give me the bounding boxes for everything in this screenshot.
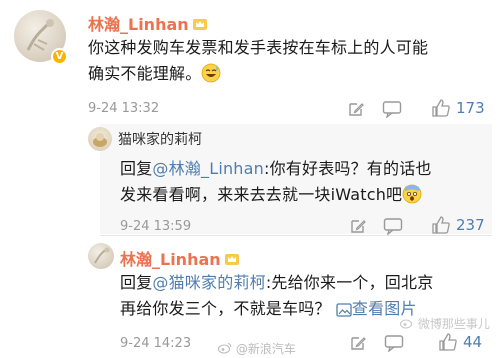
comment-text-line: 你这种发购车发票和发手表按在车标上的人可能 [88, 38, 429, 57]
reply-text-line-2: 发来看看啊，来来去去就一块iWatch吧 [120, 182, 492, 208]
edit-icon [351, 337, 366, 350]
like-count: 173 [456, 99, 485, 117]
crown-icon [224, 254, 239, 265]
reply-text: 回复@林瀚_Linhan:你有好表吗？有的话也 发来看看啊，来来去去就一块iWa… [120, 156, 492, 208]
reply-text-line-1: 回复@猫咪家的莉柯:先给你来一个，回北京 [120, 270, 492, 296]
reply-button[interactable] [349, 217, 367, 235]
reply-text-content: :你有好表吗？有的话也 [264, 159, 432, 178]
reply-text-content-2: 再给你发三个，不就是车吗？ [120, 299, 331, 318]
reply-timestamp: 9-24 13:59 [120, 219, 192, 234]
like-count: 237 [456, 216, 485, 234]
username-text: 林瀚_Linhan [88, 15, 189, 34]
comment-text: 你这种发购车发票和发手表按在车标上的人可能 确实不能理解。 [88, 35, 488, 87]
watermark-center: @新浪汽车 [218, 340, 296, 357]
reply-username[interactable]: 猫咪家的莉柯 [118, 129, 202, 149]
watermark-right: 微博那些事儿 [400, 315, 490, 332]
reply-button[interactable] [349, 334, 367, 352]
comment-icon [382, 101, 402, 118]
like-count: 44 [463, 333, 483, 351]
reply-text-content: :先给你来一个，回北京 [265, 273, 434, 292]
comment-button[interactable] [383, 217, 403, 235]
comment-username[interactable]: 林瀚_Linhan [88, 11, 208, 35]
reply-text-content-2: 发来看看啊，来来去去就一块iWatch吧 [120, 185, 403, 204]
comment-icon [384, 335, 404, 352]
comment-timestamp: 9-24 13:32 [88, 101, 160, 116]
thumbs-up-icon [432, 216, 450, 234]
avatar[interactable] [88, 127, 112, 151]
reply-text-line-1: 回复@林瀚_Linhan:你有好表吗？有的话也 [120, 156, 492, 182]
like-button[interactable]: 44 [438, 332, 482, 352]
image-icon [336, 303, 352, 317]
reply-prefix: 回复 [120, 159, 153, 178]
edit-icon [349, 103, 364, 116]
comment-button[interactable] [382, 100, 402, 118]
mention-link[interactable]: @猫咪家的莉柯 [152, 273, 265, 292]
weibo-logo-icon [400, 319, 413, 329]
watermark-right-text: 微博那些事儿 [417, 317, 490, 331]
thumbs-up-icon [439, 333, 457, 351]
verified-badge-icon: V [51, 48, 68, 65]
reply-prefix: 回复 [120, 273, 153, 292]
username-text: 林瀚_Linhan [120, 250, 221, 269]
like-button[interactable]: 173 [431, 98, 485, 118]
avatar[interactable] [88, 243, 114, 269]
reply-username[interactable]: 林瀚_Linhan [120, 246, 240, 270]
comment-button[interactable] [384, 334, 404, 352]
like-button[interactable]: 237 [431, 215, 485, 235]
reply-button[interactable] [347, 100, 365, 118]
crown-icon [192, 19, 207, 30]
weibo-logo-icon [218, 343, 232, 354]
reply-timestamp: 9-24 14:23 [120, 336, 192, 351]
comment-text-line-2: 确实不能理解。 [88, 61, 488, 87]
grinning-sweat-emoji-icon [202, 63, 221, 83]
comment-icon [383, 218, 403, 235]
reply-divider [100, 235, 492, 236]
scared-face-emoji-icon [402, 184, 422, 204]
watermark-center-text: @新浪汽车 [235, 342, 296, 356]
thumbs-up-icon [432, 99, 450, 117]
mention-link[interactable]: @林瀚_Linhan [152, 159, 264, 178]
avatar-illustration [94, 247, 110, 264]
avatar-illustration [93, 133, 107, 147]
comment-text-line: 确实不能理解。 [88, 64, 202, 83]
edit-icon [351, 220, 366, 233]
